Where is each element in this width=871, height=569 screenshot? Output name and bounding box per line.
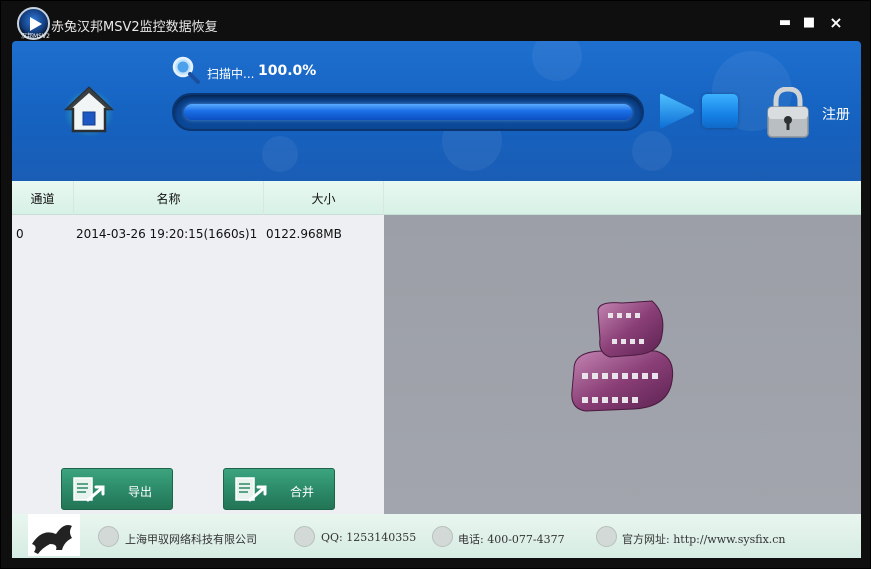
film-reel-icon xyxy=(571,300,674,412)
footer: 上海甲驭网络科技有限公司 QQ: 1253140355 电话: 400-077-… xyxy=(12,514,861,558)
search-icon xyxy=(172,56,200,84)
list-header: 通道 名称 大小 xyxy=(12,181,861,215)
qq-icon xyxy=(294,526,315,547)
minimize-button[interactable]: ▬ xyxy=(774,13,796,33)
file-list-panel: 通道 名称 大小 0 2014-03-26 19:20:15(1660s)1 0… xyxy=(12,181,861,514)
app-logo-icon: 汉邦MSV2 xyxy=(17,7,50,40)
column-header-size[interactable]: 大小 xyxy=(264,181,384,215)
row-channel: 0 xyxy=(16,227,24,241)
title-bar: 汉邦MSV2 赤兔汉邦MSV2监控数据恢复 ▬ ■ × xyxy=(1,1,871,41)
window-title: 赤兔汉邦MSV2监控数据恢复 xyxy=(51,20,218,35)
website-icon xyxy=(596,526,617,547)
stop-button[interactable] xyxy=(702,94,738,128)
header-panel: 扫描中... 100.0% 注册 xyxy=(12,41,861,181)
register-link[interactable]: 注册 xyxy=(822,104,850,124)
company-logo-icon xyxy=(28,514,80,556)
lock-icon[interactable] xyxy=(766,87,810,139)
merge-button-label: 合并 xyxy=(290,485,315,499)
maximize-button[interactable]: ■ xyxy=(798,13,820,33)
scan-percent: 100.0% xyxy=(258,63,317,79)
app-logo-text: 汉邦MSV2 xyxy=(21,33,50,40)
qq-number: QQ: 1253140355 xyxy=(321,531,417,544)
export-button-label: 导出 xyxy=(128,485,153,499)
column-header-channel[interactable]: 通道 xyxy=(12,181,74,215)
play-button[interactable] xyxy=(658,93,696,129)
company-name: 上海甲驭网络科技有限公司 xyxy=(125,533,257,546)
row-size: 0122.968MB xyxy=(266,227,342,241)
preview-panel xyxy=(384,215,861,514)
column-header-name[interactable]: 名称 xyxy=(74,181,264,215)
export-icon xyxy=(73,477,105,502)
scan-progress-fill xyxy=(184,104,632,120)
website-link[interactable]: 官方网址: http://www.sysfix.cn xyxy=(622,531,786,547)
phone-icon xyxy=(432,526,453,547)
company-icon xyxy=(98,526,119,547)
phone-number: 电话: 400-077-4377 xyxy=(458,533,565,546)
home-icon[interactable] xyxy=(64,85,114,137)
app-window: 汉邦MSV2 赤兔汉邦MSV2监控数据恢复 ▬ ■ × 扫描中... 100.0… xyxy=(0,0,871,569)
scan-status-label: 扫描中... xyxy=(207,67,255,81)
close-button[interactable]: × xyxy=(825,13,847,33)
table-row[interactable]: 0 2014-03-26 19:20:15(1660s)1 0122.968MB xyxy=(12,215,384,249)
export-button[interactable]: 导出 xyxy=(61,468,173,510)
row-name: 2014-03-26 19:20:15(1660s)1 xyxy=(76,227,258,241)
merge-icon xyxy=(235,477,267,502)
scan-progress-bar xyxy=(172,93,644,131)
merge-button[interactable]: 合并 xyxy=(223,468,335,510)
